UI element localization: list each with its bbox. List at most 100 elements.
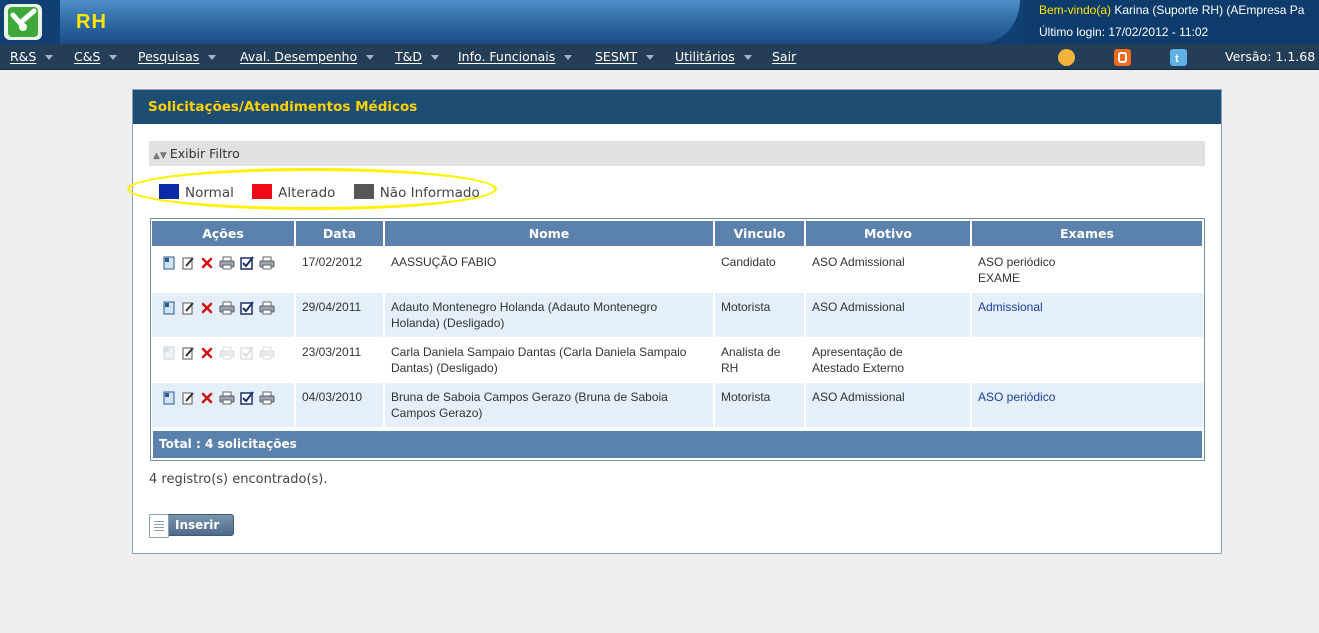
view-icon: [162, 345, 176, 360]
menu-item-label: Utilitários: [675, 49, 735, 64]
column-separator: [294, 248, 296, 292]
column-separator: [713, 338, 715, 382]
chevron-down-icon: [366, 55, 375, 60]
row-actions: [162, 390, 275, 405]
cell-exames[interactable]: ASO periódico: [978, 389, 1200, 405]
cell-motivo-line: ASO Admissional: [812, 255, 905, 269]
legend-item-nao-informado: Não Informado: [353, 184, 480, 201]
edit-icon[interactable]: [181, 345, 195, 360]
legend-swatch-normal: [159, 184, 179, 199]
menu-item-td[interactable]: T&D: [395, 49, 440, 64]
menu-item-utilitarios[interactable]: Utilitários: [675, 49, 752, 64]
cell-motivo-line: Apresentação de: [812, 345, 903, 359]
menu-item-sesmt[interactable]: SESMT: [595, 49, 655, 64]
print-icon[interactable]: [259, 390, 275, 405]
twitter-icon[interactable]: t: [1170, 49, 1187, 66]
menu-item-rs[interactable]: R&S: [10, 49, 54, 64]
insert-button[interactable]: Inserir: [149, 514, 234, 538]
cell-date: 23/03/2011: [302, 344, 381, 360]
column-separator: [383, 338, 385, 382]
cell-motivo: ASO Admissional: [812, 389, 968, 405]
print-icon: [219, 345, 235, 360]
cell-name-line: Holanda) (Desligado): [391, 316, 505, 330]
checkbox-icon[interactable]: [240, 390, 254, 405]
cell-name: Adauto Montenegro Holanda (Adauto Monten…: [391, 299, 711, 331]
column-separator: [383, 383, 385, 427]
menu-item-cs[interactable]: C&S: [74, 49, 118, 64]
cell-date: 04/03/2010: [302, 389, 381, 405]
print-icon[interactable]: [219, 390, 235, 405]
insert-label: Inserir: [175, 518, 220, 532]
row-actions: [162, 345, 275, 360]
cell-exames[interactable]: Admissional: [978, 299, 1200, 315]
column-separator: [713, 293, 715, 337]
delete-icon[interactable]: [200, 390, 214, 404]
edit-icon[interactable]: [181, 255, 195, 270]
edit-icon[interactable]: [181, 300, 195, 315]
column-separator: [804, 248, 806, 292]
status-legend: Normal Alterado Não Informado: [159, 184, 494, 201]
column-header-motivo[interactable]: Motivo: [806, 221, 970, 246]
menu-item-label: SESMT: [595, 49, 638, 64]
document-icon: [149, 514, 169, 538]
checkbox-icon[interactable]: [240, 255, 254, 270]
legend-label: Alterado: [278, 185, 336, 201]
row-actions: [162, 300, 275, 315]
column-header-acoes[interactable]: Ações: [152, 221, 294, 246]
cell-motivo-line: ASO Admissional: [812, 300, 905, 314]
cell-vinculo-line: Motorista: [721, 300, 771, 314]
menu-item-sair[interactable]: Sair: [772, 49, 796, 64]
column-separator: [804, 293, 806, 337]
print-icon[interactable]: [259, 300, 275, 315]
column-separator: [713, 248, 715, 292]
welcome-prefix: Bem-vindo(a): [1039, 3, 1112, 17]
header-banner: [60, 0, 1020, 44]
blogger-icon[interactable]: [1114, 49, 1131, 66]
column-separator: [970, 338, 972, 382]
cell-name: Carla Daniela Sampaio Dantas (Carla Dani…: [391, 344, 711, 376]
filter-label: Exibir Filtro: [169, 146, 240, 161]
cell-date: 29/04/2011: [302, 299, 381, 315]
menu-item-aval-desempenho[interactable]: Aval. Desempenho: [240, 49, 375, 64]
column-separator: [294, 383, 296, 427]
row-actions: [162, 255, 275, 270]
column-header-data[interactable]: Data: [296, 221, 383, 246]
check-person-icon[interactable]: [4, 4, 42, 40]
column-header-exames[interactable]: Exames: [972, 221, 1202, 246]
cell-date-line: 23/03/2011: [302, 345, 362, 359]
chevron-down-icon: [646, 55, 655, 60]
checkbox-icon: [240, 345, 254, 360]
cell-date-line: 04/03/2010: [302, 390, 363, 404]
view-icon[interactable]: [162, 255, 176, 270]
column-separator: [294, 338, 296, 382]
chevron-down-icon: [208, 55, 217, 60]
cell-vinculo: Candidato: [721, 254, 802, 270]
menu-item-info-funcionais[interactable]: Info. Funcionais: [458, 49, 573, 64]
delete-icon[interactable]: [200, 345, 214, 359]
view-icon[interactable]: [162, 390, 176, 405]
cell-name: AASSUÇÃO FABIO: [391, 254, 711, 270]
edit-icon[interactable]: [181, 390, 195, 405]
column-header-vinculo[interactable]: Vinculo: [715, 221, 804, 246]
menu-item-label: R&S: [10, 49, 37, 64]
filter-toggle[interactable]: ▲▼ Exibir Filtro: [149, 141, 1205, 166]
cell-motivo: ASO Admissional: [812, 299, 968, 315]
legend-label: Normal: [185, 185, 234, 201]
panel-title: Solicitações/Atendimentos Médicos: [133, 90, 1221, 124]
print-icon[interactable]: [219, 300, 235, 315]
view-icon[interactable]: [162, 300, 176, 315]
help-icon[interactable]: [1058, 49, 1075, 66]
column-header-nome[interactable]: Nome: [385, 221, 713, 246]
checkbox-icon[interactable]: [240, 300, 254, 315]
print-icon[interactable]: [259, 255, 275, 270]
print-icon[interactable]: [219, 255, 235, 270]
column-separator: [294, 293, 296, 337]
delete-icon[interactable]: [200, 300, 214, 314]
column-separator: [970, 383, 972, 427]
menu-item-label: Sair: [772, 49, 797, 64]
cell-vinculo-line: Candidato: [721, 255, 776, 269]
column-separator: [970, 248, 972, 292]
cell-vinculo-line: Analista de: [721, 345, 781, 359]
delete-icon[interactable]: [200, 255, 214, 269]
menu-item-pesquisas[interactable]: Pesquisas: [138, 49, 217, 64]
